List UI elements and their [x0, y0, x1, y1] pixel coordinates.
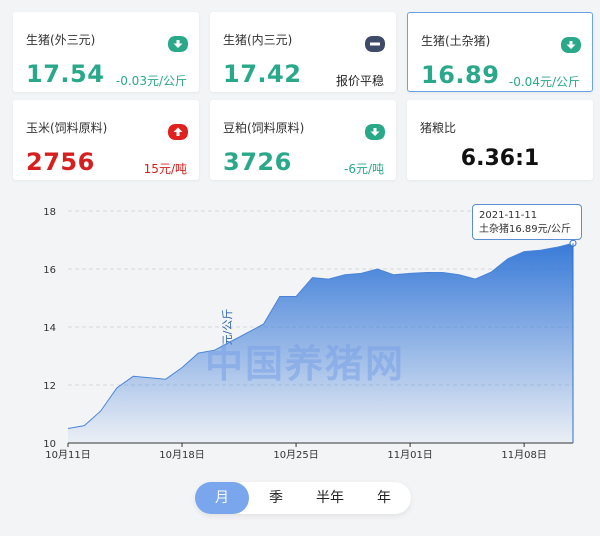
price-card-doupo[interactable]: 豆粕(饲料原料) 3726 -6元/吨: [210, 100, 396, 180]
x-tick-label: 11月01日: [387, 449, 432, 461]
card-change: -6元/吨: [343, 162, 384, 176]
x-tick-label: 11月08日: [501, 449, 546, 461]
card-value: 2756: [26, 148, 95, 176]
card-value: 16.89: [421, 61, 500, 89]
y-axis: 10 12 14 16 18: [43, 207, 56, 450]
x-tick-label: 10月11日: [45, 449, 90, 461]
arrow-down-icon: [168, 36, 188, 52]
period-selector: 月 季 半年 年: [195, 482, 411, 514]
card-name: 玉米(饲料原料): [26, 121, 108, 135]
y-tick-label: 18: [43, 207, 56, 218]
card-change: -0.03元/公斤: [115, 74, 187, 88]
card-name: 猪粮比: [420, 121, 457, 135]
tooltip-value: 土杂猪16.89元/公斤: [479, 224, 571, 235]
card-change: 15元/吨: [143, 162, 187, 176]
tooltip-date: 2021-11-11: [479, 210, 538, 221]
arrow-up-icon: [168, 124, 188, 140]
arrow-down-icon: [365, 124, 385, 140]
period-quarter[interactable]: 季: [249, 482, 303, 514]
y-tick-label: 14: [43, 323, 56, 334]
card-name: 生猪(外三元): [26, 33, 96, 47]
card-change: -0.04元/公斤: [508, 75, 580, 89]
y-tick-label: 10: [43, 439, 56, 450]
price-card-yumi[interactable]: 玉米(饲料原料) 2756 15元/吨: [13, 100, 199, 180]
x-tick-label: 10月25日: [273, 449, 318, 461]
period-year[interactable]: 年: [357, 482, 411, 514]
y-tick-label: 12: [43, 381, 56, 392]
price-card-tuzazhu[interactable]: 生猪(土杂猪) 16.89 -0.04元/公斤: [407, 12, 593, 92]
ratio-value: 6.36:1: [460, 146, 540, 171]
watermark: 中国养猪网: [205, 342, 406, 386]
price-card-waisanyuan[interactable]: 生猪(外三元) 17.54 -0.03元/公斤: [13, 12, 199, 92]
card-change: 报价平稳: [335, 74, 384, 88]
price-card-zhuliangbi[interactable]: 猪粮比 6.36:1: [407, 100, 593, 180]
arrow-down-icon: [561, 37, 581, 53]
x-axis: 10月11日 10月18日 10月25日 11月01日 11月08日: [45, 443, 547, 461]
card-value: 3726: [223, 148, 292, 176]
card-name: 生猪(内三元): [223, 33, 293, 47]
card-name: 生猪(土杂猪): [421, 34, 491, 48]
period-month[interactable]: 月: [195, 482, 249, 514]
card-value: 17.54: [26, 60, 105, 88]
x-tick-label: 10月18日: [159, 449, 204, 461]
period-half-year[interactable]: 半年: [303, 482, 357, 514]
y-tick-label: 16: [43, 265, 56, 276]
price-card-neisanyuan[interactable]: 生猪(内三元) 17.42 报价平稳: [210, 12, 396, 92]
card-name: 豆粕(饲料原料): [223, 121, 305, 135]
minus-icon: [365, 36, 385, 52]
chart-tooltip: 2021-11-11 土杂猪16.89元/公斤: [472, 204, 582, 240]
card-value: 17.42: [223, 60, 302, 88]
